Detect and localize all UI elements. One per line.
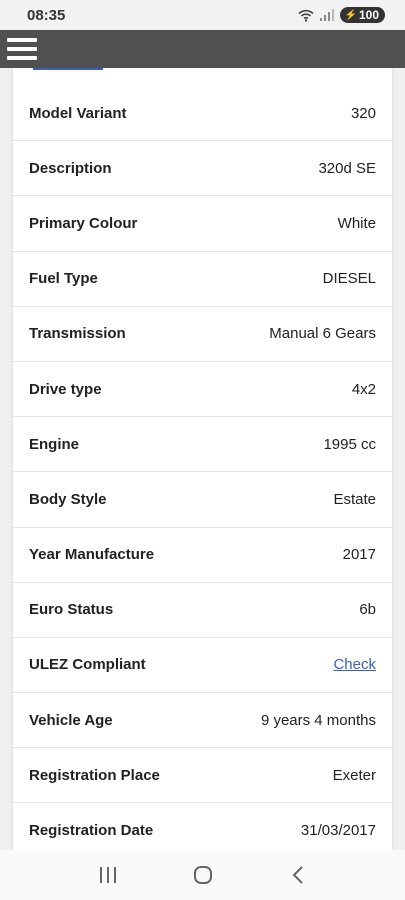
detail-value: 6b (359, 601, 376, 619)
detail-row-registration-place: Registration Place Exeter (13, 748, 392, 804)
detail-row-vehicle-age: Vehicle Age 9 years 4 months (13, 693, 392, 749)
app-header (0, 30, 405, 68)
detail-row-engine: Engine 1995 cc (13, 417, 392, 473)
wifi-icon (297, 9, 314, 22)
detail-label: Primary Colour (29, 214, 138, 232)
detail-row-transmission: Transmission Manual 6 Gears (13, 307, 392, 362)
detail-row-model-variant: Model Variant 320 (13, 86, 392, 142)
detail-row-body-style: Body Style Estate (13, 472, 392, 528)
detail-value: 9 years 4 months (260, 711, 376, 729)
detail-label: Vehicle Age (29, 711, 113, 729)
detail-row-euro-status: Euro Status 6b (13, 583, 392, 638)
detail-value: DIESEL (322, 270, 376, 288)
battery-level: 100 (358, 8, 379, 22)
status-time: 08:35 (27, 6, 66, 24)
vehicle-details-list: Model Variant 320 Description 320d SE Pr… (13, 86, 392, 850)
detail-value: Exeter (332, 766, 376, 784)
detail-value: Manual 6 Gears (269, 325, 376, 343)
detail-value: 1995 cc (323, 435, 376, 453)
link-underline-fragment (33, 68, 103, 70)
detail-value: 4x2 (351, 380, 376, 398)
detail-value: 320d SE (318, 159, 376, 177)
detail-row-registration-date: Registration Date 31/03/2017 (13, 803, 392, 850)
back-icon (292, 866, 303, 884)
signal-icon (319, 9, 334, 21)
detail-label: Engine (29, 435, 80, 453)
detail-label: Model Variant (29, 104, 127, 122)
detail-row-year-manufacture: Year Manufacture 2017 (13, 528, 392, 583)
detail-label: Registration Date (29, 822, 154, 840)
system-nav-bar (0, 850, 405, 900)
detail-row-ulez-compliant: ULEZ Compliant Check (13, 638, 392, 694)
detail-value: 31/03/2017 (300, 822, 376, 840)
detail-label: Transmission (29, 325, 126, 343)
detail-row-primary-colour: Primary Colour White (13, 196, 392, 252)
page-content[interactable]: Model Variant 320 Description 320d SE Pr… (0, 68, 405, 850)
hamburger-menu-icon[interactable] (7, 37, 37, 61)
ulez-check-link[interactable]: Check (333, 656, 376, 673)
detail-label: Description (29, 159, 112, 177)
detail-label: ULEZ Compliant (29, 656, 146, 674)
vehicle-details-card: Model Variant 320 Description 320d SE Pr… (13, 68, 392, 850)
detail-row-fuel-type: Fuel Type DIESEL (13, 252, 392, 307)
detail-label: Fuel Type (29, 270, 98, 288)
home-icon (193, 866, 212, 884)
charging-bolt-icon: ⚡ (344, 9, 357, 21)
recent-apps-icon (99, 867, 116, 883)
detail-row-description: Description 320d SE (13, 141, 392, 197)
detail-label: Body Style (29, 490, 107, 508)
detail-value: Estate (333, 490, 376, 508)
recent-apps-button[interactable] (88, 855, 128, 895)
detail-value: 2017 (342, 546, 376, 564)
detail-value: 320 (350, 104, 376, 122)
battery-icon: ⚡ 100 (339, 7, 385, 23)
status-icons: ⚡ 100 (297, 7, 385, 23)
detail-row-drive-type: Drive type 4x2 (13, 362, 392, 418)
back-button[interactable] (278, 855, 318, 895)
home-button[interactable] (183, 855, 223, 895)
detail-label: Registration Place (29, 766, 160, 784)
detail-label: Year Manufacture (29, 546, 155, 564)
detail-label: Drive type (29, 380, 102, 398)
detail-label: Euro Status (29, 601, 114, 619)
status-bar: 08:35 ⚡ 100 (0, 0, 405, 30)
detail-value: White (337, 214, 376, 232)
